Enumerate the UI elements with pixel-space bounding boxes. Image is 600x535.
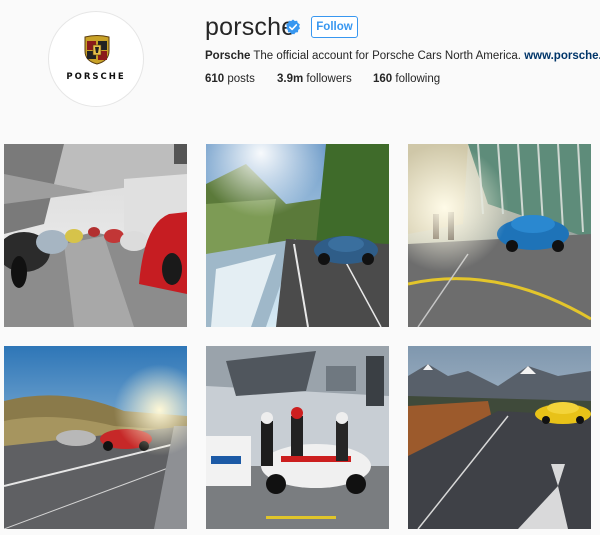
post-image-2: [206, 144, 389, 327]
post-tile-5[interactable]: [206, 346, 389, 529]
post-grid: [0, 0, 600, 535]
post-image-6: [408, 346, 591, 529]
post-image-1: [4, 144, 187, 327]
post-image-3: [408, 144, 591, 327]
post-tile-6[interactable]: [408, 346, 591, 529]
post-tile-4[interactable]: [4, 346, 187, 529]
post-tile-2[interactable]: [206, 144, 389, 327]
post-tile-3[interactable]: [408, 144, 591, 327]
post-image-4: [4, 346, 187, 529]
post-tile-1[interactable]: [4, 144, 187, 327]
post-image-5: [206, 346, 389, 529]
